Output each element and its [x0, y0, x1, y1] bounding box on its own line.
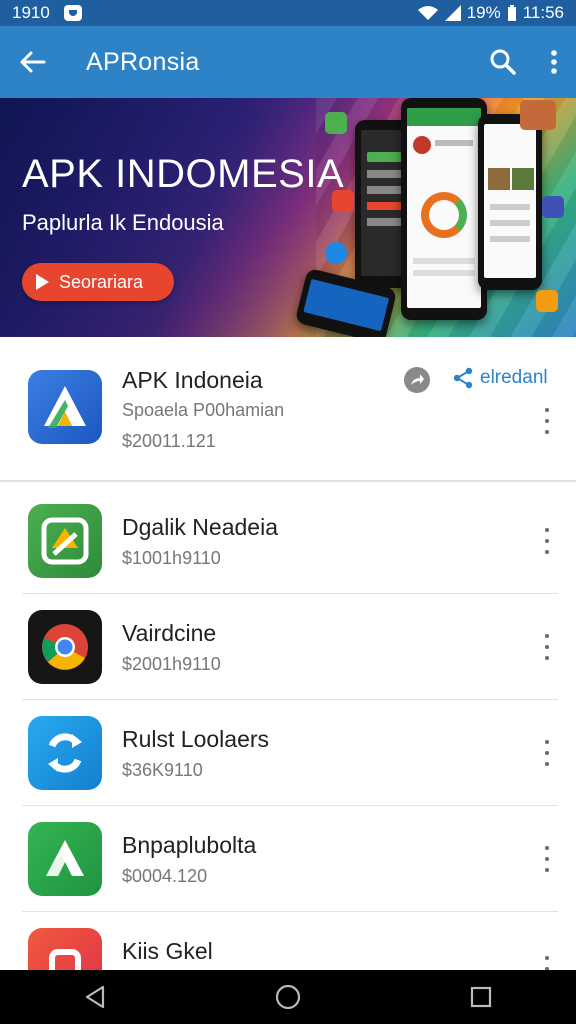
battery-percent: 19% — [466, 3, 501, 22]
app-bar-title: APRonsia — [86, 47, 200, 76]
nav-recents-icon — [470, 986, 491, 1008]
app-menu-button[interactable] — [542, 634, 552, 660]
app-price: $36K9110 — [122, 760, 203, 780]
search-button[interactable] — [490, 49, 516, 75]
back-arrow-icon — [20, 51, 46, 73]
featured-app-card[interactable]: APK Indoneia Spoaela P00hamian $20011.12… — [0, 337, 576, 482]
overflow-menu-button[interactable] — [550, 50, 558, 74]
app-icon — [28, 610, 102, 684]
featured-app-name: APK Indoneia — [122, 367, 263, 393]
nav-recents-button[interactable] — [470, 986, 492, 1008]
app-name: Kiis Gkel — [122, 938, 213, 964]
nav-back-icon — [86, 985, 105, 1009]
nav-home-button[interactable] — [275, 984, 301, 1010]
status-time-right: 11:56 — [522, 3, 564, 22]
floating-app-icon — [325, 242, 347, 264]
floating-app-icon — [542, 196, 564, 218]
list-item[interactable]: Vairdcine $2001h9110 — [0, 594, 576, 700]
promo-banner[interactable]: APK INDOMESIA Paplurla Ik Endousia Seora… — [0, 98, 576, 337]
wifi-icon — [417, 6, 438, 20]
nav-home-icon — [275, 984, 301, 1010]
floating-app-icon — [536, 290, 558, 312]
list-item[interactable]: Kiis Gkel — [0, 912, 576, 970]
app-price: $2001h9110 — [122, 654, 221, 674]
app-name: Dgalik Neadeia — [122, 514, 278, 540]
banner-cta-label: Seorariara — [59, 271, 144, 292]
search-icon — [490, 49, 516, 75]
app-icon — [28, 504, 102, 578]
status-bar: 1910 19% 11:56 — [0, 0, 576, 26]
app-name: Bnpaplubolta — [122, 832, 257, 858]
app-menu-button[interactable] — [542, 846, 552, 872]
app-menu-button[interactable] — [542, 528, 552, 554]
app-icon — [28, 928, 102, 970]
phone-illustration-right — [478, 114, 542, 290]
floating-app-icon — [520, 100, 556, 130]
play-icon — [36, 274, 49, 290]
app-menu-button[interactable] — [542, 740, 552, 766]
more-vertical-icon — [551, 50, 557, 74]
signal-icon — [444, 5, 461, 21]
forward-button[interactable] — [404, 367, 430, 393]
share-label: elredanl — [480, 367, 548, 388]
share-icon — [453, 367, 473, 389]
featured-app-price: $20011.121 — [122, 431, 216, 451]
featured-app-icon — [28, 370, 102, 444]
banner-subtitle: Paplurla Ik Endousia — [22, 210, 224, 235]
featured-app-subtitle: Spoaela P00hamian — [122, 400, 285, 420]
status-time-left: 1910 — [12, 3, 50, 22]
app-icon — [28, 822, 102, 896]
list-item[interactable]: Rulst Loolaers $36K9110 — [0, 700, 576, 806]
nav-back-button[interactable] — [84, 985, 106, 1009]
app-name: Rulst Loolaers — [122, 726, 270, 752]
banner-title: APK INDOMESIA — [22, 152, 345, 196]
phone-illustration-center — [401, 98, 487, 320]
app-price: $0004.120 — [122, 866, 208, 886]
app-bar: APRonsia — [0, 26, 576, 98]
app-price: $1001h9110 — [122, 548, 221, 568]
app-icon — [28, 716, 102, 790]
forward-arrow-icon — [411, 374, 424, 385]
featured-app-menu-button[interactable] — [542, 408, 552, 434]
notification-app-icon — [63, 5, 82, 21]
system-navigation-bar — [0, 970, 576, 1024]
floating-app-icon — [332, 190, 354, 212]
list-item[interactable]: Bnpaplubolta $0004.120 — [0, 806, 576, 912]
app-name: Vairdcine — [122, 620, 217, 646]
battery-icon — [507, 5, 516, 21]
floating-app-icon — [325, 112, 347, 134]
list-item[interactable]: Dgalik Neadeia $1001h9110 — [0, 488, 576, 594]
share-button[interactable]: elredanl — [452, 367, 548, 389]
app-menu-button[interactable] — [542, 956, 552, 970]
banner-cta-button[interactable]: Seorariara — [22, 263, 174, 301]
back-button[interactable] — [18, 50, 46, 74]
